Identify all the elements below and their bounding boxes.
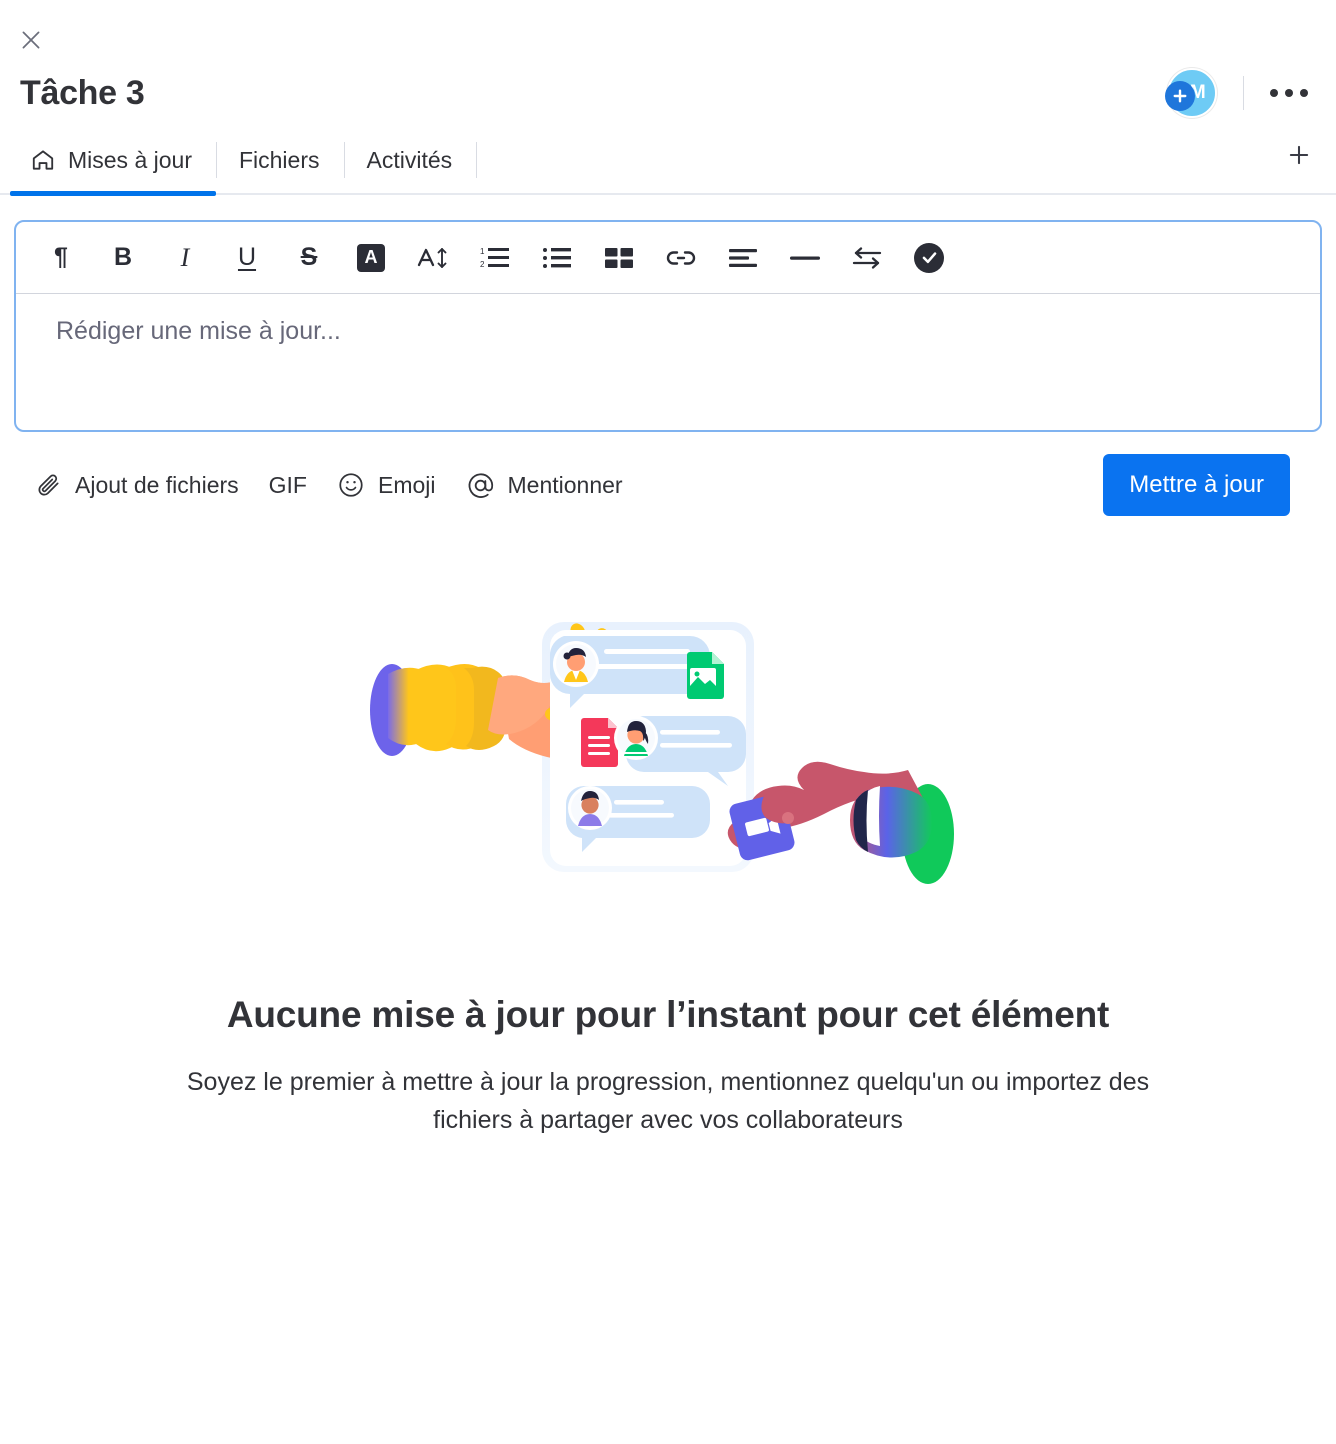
- underline-icon: U: [237, 243, 257, 271]
- more-options-button[interactable]: [1266, 73, 1312, 113]
- update-editor[interactable]: ¶ B I U S A 1 2 Rédiger une mise à jour.…: [14, 220, 1322, 432]
- avatar-group[interactable]: TM: [1163, 64, 1225, 122]
- editor-toolbar: ¶ B I U S A 1 2: [16, 222, 1320, 294]
- check-circle-icon: [914, 242, 944, 273]
- mention-button[interactable]: Mentionner: [466, 471, 623, 500]
- svg-text:1: 1: [480, 247, 485, 256]
- tab-separator: [476, 142, 478, 178]
- emoji-label: Emoji: [377, 471, 436, 498]
- submit-update-button[interactable]: Mettre à jour: [1103, 454, 1290, 516]
- tab-bar: Mises à jour Fichiers Activités: [0, 124, 1336, 196]
- title-row: Tâche 3 TM: [10, 62, 1326, 124]
- bulleted-list-button[interactable]: [526, 233, 588, 283]
- font-size-button[interactable]: [402, 233, 464, 283]
- tab-label: Mises à jour: [68, 146, 192, 173]
- text-color-icon: A: [357, 243, 385, 272]
- empty-state-title: Aucune mise à jour pour l’instant pour c…: [226, 994, 1110, 1035]
- home-icon: [30, 147, 56, 173]
- align-left-icon: [728, 247, 758, 269]
- dialog-header: Tâche 3 TM: [0, 0, 1336, 124]
- at-sign-icon: [466, 471, 495, 500]
- align-button[interactable]: [712, 233, 774, 283]
- checklist-button[interactable]: [898, 233, 960, 283]
- close-button[interactable]: [14, 23, 48, 57]
- more-horizontal-icon: [1270, 89, 1308, 97]
- paperclip-icon: [36, 472, 62, 498]
- empty-state-subtitle: Soyez le premier à mettre à jour la prog…: [186, 1068, 1150, 1134]
- update-text-area[interactable]: Rédiger une mise à jour...: [16, 294, 1320, 430]
- update-editor-container: ¶ B I U S A 1 2 Rédiger une mise à jour.…: [0, 196, 1336, 516]
- smiley-icon: [337, 471, 365, 499]
- emoji-button[interactable]: Emoji: [337, 471, 436, 499]
- indent-swap-button[interactable]: [836, 233, 898, 283]
- image-file-icon: [687, 652, 724, 699]
- tab-mises-a-jour[interactable]: Mises à jour: [10, 124, 216, 196]
- bulleted-list-icon: [542, 245, 572, 271]
- document-icon: [581, 718, 618, 767]
- page-title: Tâche 3: [20, 74, 145, 112]
- chat-card: [549, 630, 746, 866]
- horizontal-rule-icon: [789, 252, 821, 264]
- header-actions: TM: [1163, 64, 1320, 122]
- paragraph-icon: ¶: [54, 243, 68, 271]
- table-icon: [604, 246, 634, 270]
- italic-button[interactable]: I: [154, 233, 216, 283]
- bold-button[interactable]: B: [92, 233, 154, 283]
- swap-arrows-icon: [852, 246, 882, 270]
- editor-actions-bar: Ajout de fichiers GIF Emoji Mentionner M…: [14, 432, 1322, 516]
- plus-icon: [1286, 142, 1312, 173]
- text-color-button[interactable]: A: [340, 233, 402, 283]
- right-hand: [727, 761, 932, 861]
- svg-text:2: 2: [480, 260, 485, 269]
- underline-button[interactable]: U: [216, 233, 278, 283]
- bold-icon: B: [113, 243, 133, 271]
- empty-state-illustration: [370, 622, 954, 884]
- numbered-list-button[interactable]: 1 2: [464, 233, 526, 283]
- mention-label: Mentionner: [507, 471, 623, 498]
- font-size-icon: [416, 244, 450, 272]
- empty-state: Aucune mise à jour pour l’instant pour c…: [0, 582, 1336, 1139]
- tab-list: Mises à jour Fichiers Activités: [10, 124, 478, 196]
- gif-label: GIF: [268, 471, 307, 498]
- horizontal-rule-button[interactable]: [774, 233, 836, 283]
- strikethrough-button[interactable]: S: [278, 233, 340, 283]
- header-divider: [1243, 76, 1244, 110]
- add-tab-button[interactable]: [1272, 124, 1326, 196]
- gif-button[interactable]: GIF: [269, 472, 307, 499]
- tab-label: Activités: [366, 146, 453, 173]
- tab-activites[interactable]: Activités: [345, 124, 477, 196]
- link-icon: [665, 246, 697, 270]
- add-member-button[interactable]: [1165, 81, 1195, 111]
- add-files-button[interactable]: Ajout de fichiers: [36, 472, 239, 499]
- paragraph-button[interactable]: ¶: [30, 233, 92, 283]
- close-icon: [18, 27, 44, 53]
- link-button[interactable]: [650, 233, 712, 283]
- table-button[interactable]: [588, 233, 650, 283]
- strikethrough-icon: S: [300, 243, 318, 271]
- italic-icon: I: [180, 242, 190, 272]
- tab-label: Fichiers: [238, 146, 320, 173]
- plus-icon: [1171, 87, 1189, 105]
- tab-fichiers[interactable]: Fichiers: [217, 124, 344, 196]
- numbered-list-icon: 1 2: [480, 245, 510, 271]
- add-files-label: Ajout de fichiers: [75, 471, 239, 498]
- update-placeholder: Rédiger une mise à jour...: [56, 317, 341, 345]
